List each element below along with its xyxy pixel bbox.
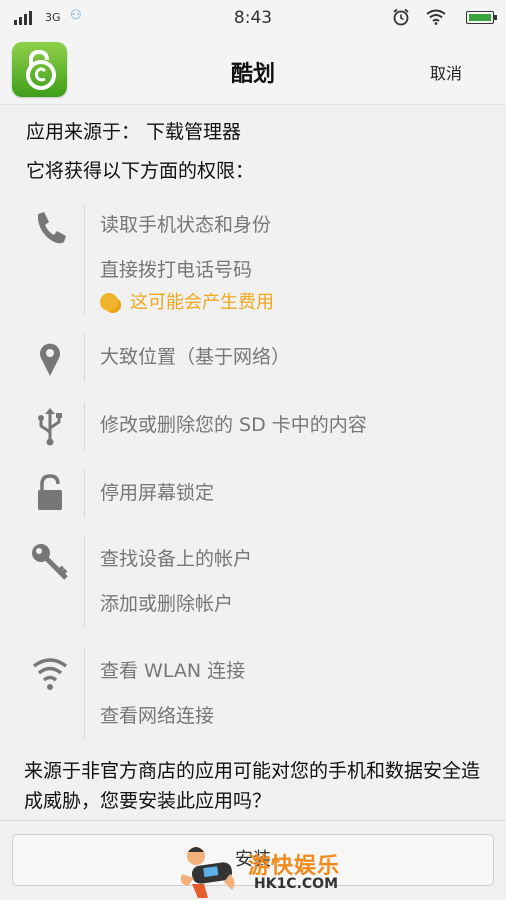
install-source: 应用来源于： 下载管理器 <box>26 121 242 143</box>
status-bar: 3G ⚇ 8:43 <box>0 0 506 36</box>
wifi-status-icon <box>426 9 446 25</box>
lock-icon <box>38 474 62 510</box>
usb-icon <box>38 408 62 446</box>
permission-group-network: 查看 WLAN 连接 查看网络连接 <box>0 644 506 744</box>
permission-label: 查找设备上的帐户 <box>100 548 253 570</box>
permissions-intro: 它将获得以下方面的权限： <box>26 160 255 182</box>
phone-icon <box>37 212 66 244</box>
cost-warning-text: 这可能会产生费用 <box>130 292 274 313</box>
battery-icon <box>466 11 497 24</box>
key-icon <box>32 544 68 580</box>
permission-label: 查看 WLAN 连接 <box>100 660 246 682</box>
permission-group-phone: 读取手机状态和身份 直接拨打电话号码 这可能会产生费用 <box>0 198 506 320</box>
wifi-icon <box>32 658 68 690</box>
permission-group-location: 大致位置（基于网络） <box>0 330 506 386</box>
permission-group-accounts: 查找设备上的帐户 添加或删除帐户 <box>0 532 506 632</box>
coins-icon <box>100 293 118 311</box>
watermark-logo-icon <box>180 847 235 898</box>
cost-warning: 这可能会产生费用 <box>100 288 274 314</box>
permission-group-storage: 修改或删除您的 SD 卡中的内容 <box>0 398 506 454</box>
permission-group-screen-lock: 停用屏幕锁定 <box>0 466 506 522</box>
divider <box>0 820 506 821</box>
permission-label: 直接拨打电话号码 <box>100 259 253 281</box>
security-warning: 来源于非官方商店的应用可能对您的手机和数据安全造成威胁，您要安装此应用吗？ <box>24 760 481 812</box>
watermark-url: HK1C.COM <box>254 876 339 892</box>
permission-label: 读取手机状态和身份 <box>100 214 272 236</box>
permission-label: 查看网络连接 <box>100 705 215 727</box>
location-pin-icon <box>40 343 60 376</box>
app-header: 酷划 取消 <box>0 36 506 105</box>
permission-label: 添加或删除帐户 <box>100 593 234 615</box>
alarm-icon <box>393 8 409 26</box>
permission-label: 修改或删除您的 SD 卡中的内容 <box>100 414 367 436</box>
cancel-button[interactable]: 取消 <box>430 60 462 84</box>
watermark: 游快娱乐 HK1C.COM <box>174 842 344 900</box>
permission-label: 停用屏幕锁定 <box>100 482 215 504</box>
permission-label: 大致位置（基于网络） <box>100 346 291 368</box>
